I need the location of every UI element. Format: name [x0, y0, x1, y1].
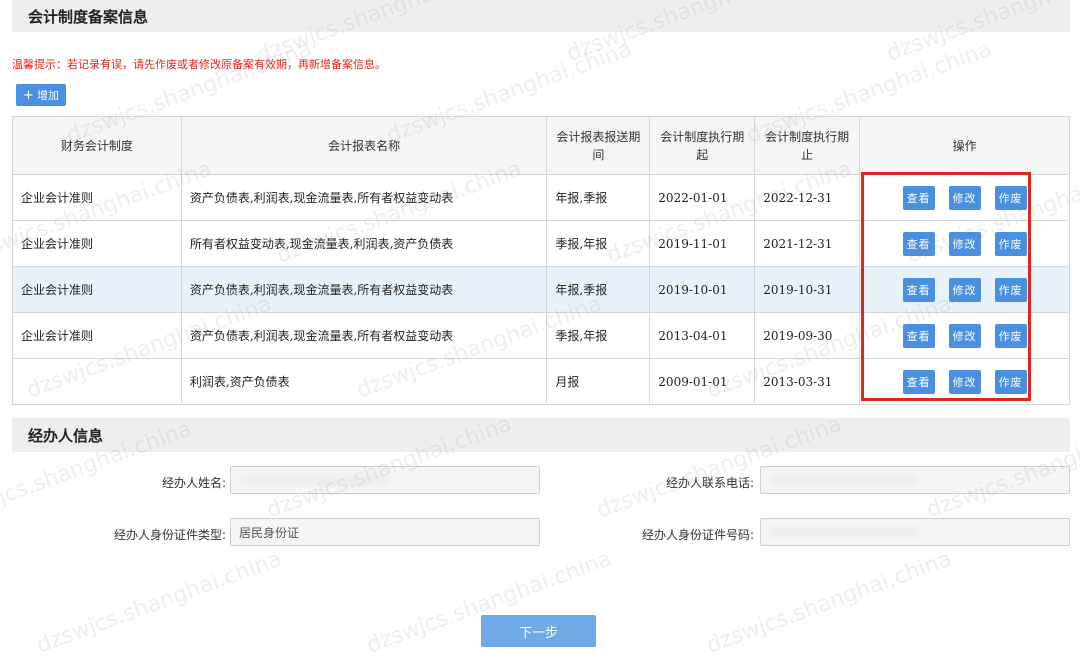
- next-step-button[interactable]: 下一步: [481, 615, 596, 647]
- view-button[interactable]: 查看: [902, 323, 935, 348]
- cell-system: 企业会计准则: [12, 266, 182, 313]
- view-button[interactable]: 查看: [902, 185, 935, 210]
- table-row: 企业会计准则 资产负债表,利润表,现金流量表,所有者权益变动表 年报,季报 20…: [12, 174, 1070, 221]
- cell-period: 年报,季报: [546, 266, 651, 313]
- cell-reports: 资产负债表,利润表,现金流量表,所有者权益变动表: [180, 312, 548, 359]
- watermark-text: dzswjcs.shanghai.china: [703, 546, 956, 658]
- col-header-system: 财务会计制度: [12, 116, 182, 175]
- edit-button[interactable]: 修改: [948, 231, 981, 256]
- table-row: 利润表,资产负债表 月报 2009-01-01 2013-03-31 查看 修改作…: [12, 358, 1070, 405]
- warning-tip: 温馨提示：若记录有误，请先作废或者修改原备案有效期，再新增备案信息。: [12, 58, 386, 71]
- cell-end: 2019-10-31: [754, 266, 861, 313]
- col-header-ops: 操作: [859, 116, 1070, 175]
- records-table: 财务会计制度 会计报表名称 会计报表报送期间 会计制度执行期起 会计制度执行期止…: [12, 116, 1070, 405]
- view-button[interactable]: 查看: [902, 369, 935, 394]
- void-button[interactable]: 作废: [994, 231, 1027, 256]
- cell-ops: 查看 修改 作废: [859, 266, 1070, 313]
- table-row: 企业会计准则 所有者权益变动表,现金流量表,利润表,资产负债表 季报,年报 20…: [12, 220, 1070, 267]
- cell-start: 2022-01-01: [649, 174, 756, 221]
- handler-phone-label: 经办人联系电话:: [665, 476, 754, 490]
- redacted-mask: [239, 475, 389, 485]
- id-number-label: 经办人身份证件号码:: [641, 528, 754, 542]
- add-button[interactable]: + 增加: [16, 84, 66, 106]
- redacted-mask: [769, 527, 919, 537]
- cell-period: 年报,季报: [546, 174, 651, 221]
- void-button[interactable]: 作废: [994, 323, 1027, 348]
- cell-end: 2019-09-30: [754, 312, 861, 359]
- handler-name-label: 经办人姓名:: [161, 476, 226, 490]
- cell-reports: 所有者权益变动表,现金流量表,利润表,资产负债表: [180, 220, 548, 267]
- col-header-start: 会计制度执行期起: [649, 116, 756, 175]
- id-type-label: 经办人身份证件类型:: [113, 528, 226, 542]
- cell-system: 企业会计准则: [12, 220, 182, 267]
- cell-ops: 查看 修改 作废: [859, 220, 1070, 267]
- cell-period: 季报,年报: [546, 220, 651, 267]
- cell-system: 企业会计准则: [12, 312, 182, 359]
- cell-period: 季报,年报: [546, 312, 651, 359]
- cell-period: 月报: [546, 358, 651, 405]
- cell-ops: 查看 修改 作废: [859, 174, 1070, 221]
- void-button[interactable]: 作废: [994, 185, 1027, 210]
- void-button[interactable]: 作废: [994, 277, 1027, 302]
- cell-system: [12, 358, 182, 405]
- redacted-mask: [769, 475, 919, 485]
- table-row: 企业会计准则 资产负债表,利润表,现金流量表,所有者权益变动表 季报,年报 20…: [12, 312, 1070, 359]
- cell-start: 2019-10-01: [649, 266, 756, 313]
- handler-name-field[interactable]: [230, 466, 540, 494]
- col-header-period: 会计报表报送期间: [546, 116, 651, 175]
- cell-system: 企业会计准则: [12, 174, 182, 221]
- col-header-reports: 会计报表名称: [180, 116, 548, 175]
- col-header-end: 会计制度执行期止: [754, 116, 861, 175]
- view-button[interactable]: 查看: [902, 277, 935, 302]
- cell-reports: 利润表,资产负债表: [180, 358, 548, 405]
- accounting-section-title: 会计制度备案信息: [12, 0, 1070, 32]
- table-header-row: 财务会计制度 会计报表名称 会计报表报送期间 会计制度执行期起 会计制度执行期止…: [12, 116, 1070, 175]
- void-button[interactable]: 作废: [994, 369, 1027, 394]
- cell-reports: 资产负债表,利润表,现金流量表,所有者权益变动表: [180, 266, 548, 313]
- handler-phone-field[interactable]: [760, 466, 1070, 494]
- cell-end: 2013-03-31: [754, 358, 861, 405]
- edit-button[interactable]: 修改: [948, 185, 981, 210]
- handler-section-title: 经办人信息: [12, 418, 1070, 452]
- cell-start: 2009-01-01: [649, 358, 756, 405]
- id-type-field[interactable]: 居民身份证: [230, 518, 540, 546]
- cell-end: 2021-12-31: [754, 220, 861, 267]
- table-row: 企业会计准则 资产负债表,利润表,现金流量表,所有者权益变动表 年报,季报 20…: [12, 266, 1070, 313]
- cell-end: 2022-12-31: [754, 174, 861, 221]
- add-button-label: 增加: [36, 89, 59, 102]
- cell-start: 2013-04-01: [649, 312, 756, 359]
- watermark-text: dzswjcs.shanghai.china: [33, 546, 286, 658]
- id-number-field[interactable]: [760, 518, 1070, 546]
- cell-ops: 查看 修改 作废: [859, 358, 1070, 405]
- plus-icon: +: [23, 87, 34, 103]
- edit-button[interactable]: 修改: [948, 323, 981, 348]
- cell-start: 2019-11-01: [649, 220, 756, 267]
- edit-button[interactable]: 修改: [948, 277, 981, 302]
- cell-reports: 资产负债表,利润表,现金流量表,所有者权益变动表: [180, 174, 548, 221]
- cell-ops: 查看 修改 作废: [859, 312, 1070, 359]
- edit-button[interactable]: 修改: [948, 369, 981, 394]
- view-button[interactable]: 查看: [902, 231, 935, 256]
